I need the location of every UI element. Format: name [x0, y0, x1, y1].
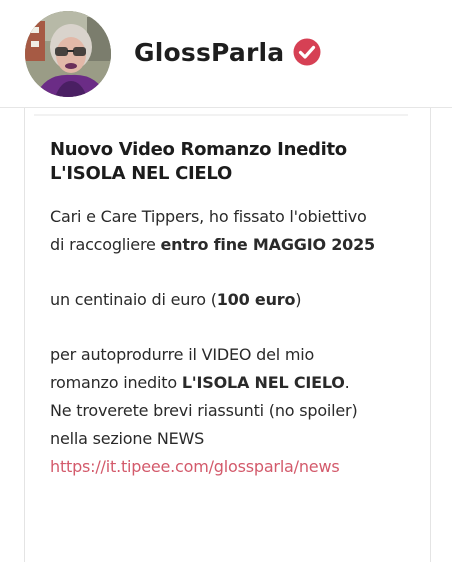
paragraph-text: romanzo inedito: [50, 373, 182, 392]
left-divider: [24, 108, 25, 562]
deadline-text: entro fine MAGGIO 2025: [160, 235, 376, 254]
profile-name[interactable]: GlossParla: [134, 38, 284, 67]
verified-check-icon: [293, 38, 321, 66]
post-paragraph-purpose: per autoprodurre il VIDEO del mio romanz…: [50, 341, 420, 481]
paragraph-text: un centinaio di euro (: [50, 290, 217, 309]
post-title-line1: Nuovo Video Romanzo Inedito: [50, 139, 347, 160]
paragraph-text: di raccogliere: [50, 235, 161, 254]
paragraph-text: Cari e Care Tippers, ho fissato l'obiett…: [50, 207, 367, 226]
post-paragraph-amount: un centinaio di euro (100 euro): [50, 286, 420, 314]
paragraph-text: nella sezione NEWS: [50, 429, 205, 448]
page-body: Nuovo Video Romanzo Inedito L'ISOLA NEL …: [0, 108, 452, 562]
paragraph-text: Ne troverete brevi riassunti (no spoiler…: [50, 401, 358, 420]
profile-name-row: GlossParla: [134, 34, 321, 70]
avatar[interactable]: [25, 11, 111, 97]
card-top-edge: [34, 114, 408, 116]
avatar-image: [25, 11, 111, 97]
news-link[interactable]: https://it.tipeee.com/glossparla/news: [50, 457, 340, 476]
post-title-line2: L'ISOLA NEL CIELO: [50, 163, 232, 184]
post-title: Nuovo Video Romanzo Inedito L'ISOLA NEL …: [50, 138, 420, 186]
novel-title-text: L'ISOLA NEL CIELO: [181, 373, 345, 392]
post-paragraph-goal: Cari e Care Tippers, ho fissato l'obiett…: [50, 203, 420, 259]
paragraph-text: .: [344, 373, 350, 392]
right-divider: [430, 108, 431, 562]
profile-header: GlossParla: [0, 0, 452, 108]
post-card: Nuovo Video Romanzo Inedito L'ISOLA NEL …: [50, 138, 420, 481]
amount-text: 100 euro: [216, 290, 296, 309]
paragraph-text: per autoprodurre il VIDEO del mio: [50, 345, 315, 364]
paragraph-text: ): [295, 290, 302, 309]
